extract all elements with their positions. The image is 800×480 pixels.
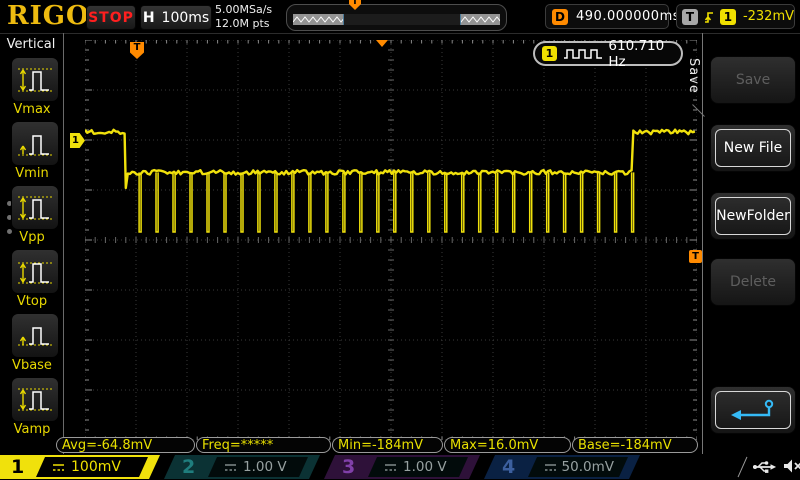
new-folder-button[interactable]: NewFolder [710, 192, 796, 240]
vbase-icon [15, 320, 55, 352]
vtop-label: Vtop [0, 294, 64, 309]
channel-4-number: 4 [502, 455, 515, 479]
vtop-icon [15, 256, 55, 288]
measurement-max: Max=16.0mV [444, 437, 571, 453]
vmax-button[interactable] [11, 57, 59, 102]
vbase-button[interactable] [11, 313, 59, 358]
display-window-region [343, 14, 461, 25]
usb-icon [752, 459, 776, 474]
trigger-readout: T 1 -232mV [676, 4, 795, 29]
save-button-label: Save [715, 61, 791, 99]
acquisition-info: 5.00MSa/s 12.0M pts [215, 3, 272, 31]
measurement-avg: Avg=-64.8mV [56, 437, 195, 453]
channel-2-number: 2 [182, 455, 195, 479]
record-trigger-position-icon[interactable]: T [349, 0, 361, 10]
rising-edge-icon [703, 9, 715, 24]
right-menu-divider [702, 33, 703, 455]
right-menu-tab-title: Save [686, 58, 701, 94]
speaker-muted-icon [783, 458, 800, 474]
delay-badge: D [552, 9, 568, 25]
trigger-level-marker[interactable]: T [689, 250, 702, 263]
channel-status-bar: 1 100mV 2 1.00 V 3 1.00 V [0, 454, 800, 480]
measurement-freq: Freq=***** [196, 437, 331, 453]
trigger-source-badge: 1 [720, 9, 736, 25]
new-folder-button-label: NewFolder [715, 197, 791, 235]
channel-4-scale: 50.0mV [562, 459, 614, 475]
delay-value: 490.000000ms [576, 9, 690, 24]
channel-3-tab[interactable]: 3 1.00 V [324, 455, 480, 479]
vmin-button[interactable] [11, 121, 59, 166]
trigger-badge: T [682, 9, 698, 25]
new-file-button[interactable]: New File [710, 124, 796, 172]
channel1-reference-marker[interactable]: 1 [70, 133, 85, 148]
square-wave-icon [563, 47, 602, 60]
delete-button[interactable]: Delete [710, 258, 796, 306]
return-arrow-icon [725, 397, 781, 423]
vtop-button[interactable] [11, 249, 59, 294]
memory-depth: 12.0M pts [215, 17, 272, 31]
vmin-label: Vmin [0, 166, 64, 181]
horizontal-label: H [143, 10, 155, 26]
new-file-button-label: New File [715, 129, 791, 167]
system-icons [752, 458, 800, 474]
channel-2-tab[interactable]: 2 1.00 V [164, 455, 320, 479]
dc-coupling-icon [384, 462, 397, 472]
vpp-button[interactable] [11, 185, 59, 230]
channel-3-scale: 1.00 V [403, 459, 447, 475]
dc-coupling-icon [224, 462, 237, 472]
timebase-indicator[interactable]: H 100ms [140, 5, 212, 30]
dc-coupling-icon [52, 462, 65, 472]
scope-display [85, 40, 697, 440]
vmin-icon [15, 128, 55, 160]
delete-button-label: Delete [715, 263, 791, 301]
vpp-icon [15, 192, 55, 224]
timebase-value: 100ms [162, 10, 210, 26]
vpp-label: Vpp [0, 230, 64, 245]
trigger-level-value: -232mV [743, 9, 794, 24]
trigger-center-marker-icon [376, 40, 388, 47]
vmax-label: Vmax [0, 102, 64, 117]
ch1-waveform [85, 130, 695, 188]
frequency-counter: 1 610.710 Hz [533, 41, 683, 66]
channel-4-tab[interactable]: 4 50.0mV [484, 455, 640, 479]
channel-1-number: 1 [11, 455, 24, 479]
run-state-indicator[interactable]: STOP [86, 5, 136, 30]
delay-readout: D 490.000000ms [545, 4, 669, 29]
channel-1-tab[interactable]: 1 100mV [0, 455, 160, 479]
vbase-label: Vbase [0, 358, 64, 373]
vamp-label: Vamp [0, 422, 64, 437]
dc-coupling-icon [544, 462, 556, 472]
frequency-value: 610.710 Hz [608, 38, 681, 70]
save-button[interactable]: Save [710, 56, 796, 104]
ch1-pulses [139, 172, 633, 232]
channel-3-number: 3 [342, 455, 355, 479]
record-band [293, 14, 500, 25]
left-menu-title: Vertical [0, 37, 62, 52]
counter-channel-badge: 1 [542, 46, 557, 61]
sample-rate: 5.00MSa/s [215, 3, 272, 17]
vamp-button[interactable] [11, 377, 59, 422]
channel-1-scale: 100mV [71, 459, 121, 475]
measurement-min: Min=-184mV [332, 437, 443, 453]
back-button[interactable] [710, 386, 796, 434]
oscilloscope-screen: { "header": { "brand": "RIGOL", "run_sta… [0, 0, 800, 480]
vmax-icon [15, 64, 55, 96]
measurement-base: Base=-184mV [572, 437, 698, 453]
vamp-icon [15, 384, 55, 416]
channel-2-scale: 1.00 V [243, 459, 287, 475]
waveform-record-thumbnail[interactable]: T [286, 4, 507, 31]
